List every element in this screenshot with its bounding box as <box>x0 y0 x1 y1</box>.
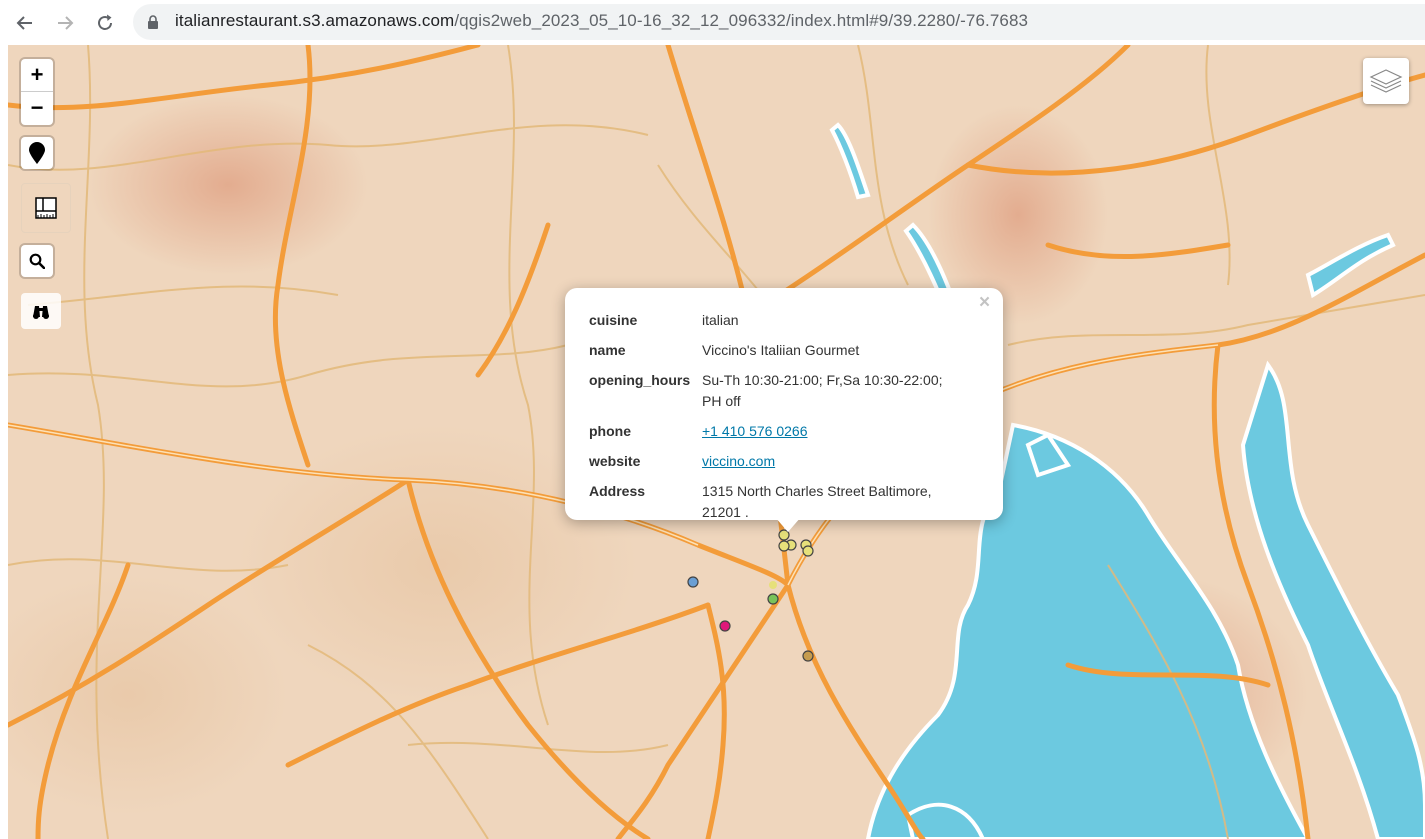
layers-icon <box>1369 69 1403 93</box>
restaurant-marker[interactable] <box>802 545 814 557</box>
attribute-value: 1315 North Charles Street Baltimore, 212… <box>702 483 932 520</box>
forward-button[interactable] <box>52 10 78 36</box>
attribute-value: Viccino's Italiian Gourmet <box>702 342 860 358</box>
popup-tip <box>775 517 801 532</box>
restaurant-marker[interactable] <box>767 593 779 605</box>
feature-popup: × cuisine italian name Viccino's Italiia… <box>565 288 1003 520</box>
binoculars-icon <box>33 306 49 319</box>
restaurant-marker[interactable] <box>719 620 731 632</box>
attribute-key: opening_hours <box>589 372 691 388</box>
website-link[interactable]: viccino.com <box>702 453 775 469</box>
reload-icon <box>98 14 112 30</box>
lock-icon <box>148 15 158 29</box>
arrow-right-icon <box>58 16 74 30</box>
zoom-out-button[interactable]: − <box>21 92 53 124</box>
restaurant-marker[interactable] <box>687 576 699 588</box>
measure-button[interactable] <box>21 183 71 233</box>
restaurant-marker[interactable] <box>802 650 814 662</box>
attribute-table: cuisine italian name Viccino's Italiian … <box>589 310 952 532</box>
url-host: italianrestaurant.s3.amazonaws.com <box>175 11 455 30</box>
attribute-row-address: Address 1315 North Charles Street Baltim… <box>589 481 952 532</box>
attribute-row-opening-hours: opening_hours Su-Th 10:30-21:00; Fr,Sa 1… <box>589 370 952 421</box>
locate-button[interactable] <box>21 137 53 169</box>
zoom-control: + − <box>21 59 53 125</box>
attribute-key: website <box>589 453 641 469</box>
phone-link[interactable]: +1 410 576 0266 <box>702 423 808 439</box>
search-icon <box>29 253 45 269</box>
attribute-value: viccino.com <box>702 451 952 481</box>
attribute-row-website: website viccino.com <box>589 451 952 481</box>
restaurant-marker[interactable] <box>769 581 777 589</box>
url-text[interactable]: italianrestaurant.s3.amazonaws.com/qgis2… <box>175 11 1028 31</box>
attribute-row-phone: phone +1 410 576 0266 <box>589 421 952 451</box>
attribute-value: Su-Th 10:30-21:00; Fr,Sa 10:30-22:00; PH… <box>702 372 943 409</box>
map-canvas[interactable]: + − × cuisine italian name Viccino's Ita… <box>8 45 1425 839</box>
url-path: /qgis2web_2023_05_10-16_32_12_096332/ind… <box>454 11 1029 30</box>
attribute-row-cuisine: cuisine italian <box>589 310 952 340</box>
search-button[interactable] <box>21 245 53 277</box>
ruler-icon <box>35 197 57 219</box>
attribute-value: italian <box>702 312 739 328</box>
map-pin-icon <box>29 142 45 164</box>
attribute-key: Address <box>589 483 646 499</box>
restaurant-marker[interactable] <box>778 540 790 552</box>
attribute-key: cuisine <box>589 312 638 328</box>
attribute-key: phone <box>589 423 631 439</box>
popup-close-button[interactable]: × <box>979 292 990 314</box>
layer-switcher-button[interactable] <box>1363 58 1409 104</box>
back-button[interactable] <box>12 10 38 36</box>
attribute-row-name: name Viccino's Italiian Gourmet <box>589 340 952 370</box>
zoom-in-button[interactable]: + <box>21 59 53 92</box>
geocoder-button[interactable] <box>21 293 61 329</box>
reload-button[interactable] <box>92 10 118 36</box>
attribute-value: +1 410 576 0266 <box>702 421 952 451</box>
arrow-left-icon <box>16 16 32 30</box>
terrain-patch <box>88 95 368 275</box>
browser-toolbar: italianrestaurant.s3.amazonaws.com/qgis2… <box>0 0 1425 45</box>
attribute-key: name <box>589 342 626 358</box>
